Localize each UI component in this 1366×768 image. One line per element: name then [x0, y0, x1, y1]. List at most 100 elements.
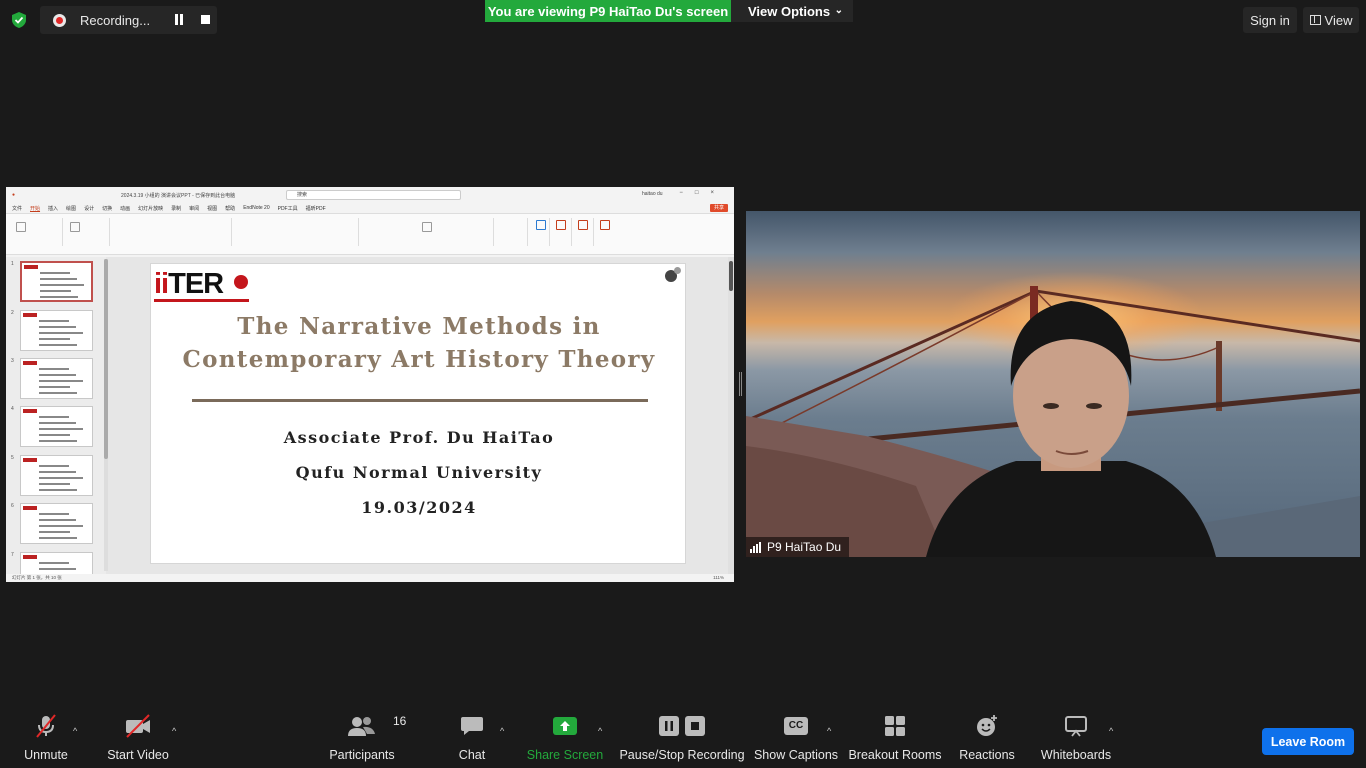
- slide-date: 19.03/2024: [361, 498, 477, 517]
- chat-button[interactable]: Chat: [455, 708, 489, 768]
- ppt-zoom-level[interactable]: 111%: [713, 574, 724, 582]
- ppt-menu-item[interactable]: PDF工具: [278, 205, 298, 212]
- thumbnail-text-line: [39, 392, 77, 394]
- slide-thumbnail-number: 7: [11, 552, 14, 558]
- ppt-menu-item[interactable]: 福昕PDF: [306, 205, 326, 212]
- unmute-label: Unmute: [24, 748, 68, 762]
- ppt-menu-item[interactable]: 文件: [12, 205, 22, 212]
- closed-captions-icon: CC: [784, 708, 808, 744]
- slide-thumbnail[interactable]: [20, 261, 93, 302]
- slide-corner-icon: [665, 267, 681, 282]
- ppt-menu-item[interactable]: 插入: [48, 205, 58, 212]
- pause-icon: [659, 716, 679, 736]
- breakout-rooms-button[interactable]: Breakout Rooms: [848, 708, 942, 768]
- ppt-menu-item[interactable]: 绘图: [66, 205, 76, 212]
- participants-button[interactable]: 16 Participants: [329, 708, 406, 768]
- view-button[interactable]: View: [1303, 7, 1359, 33]
- reactions-button[interactable]: Reactions: [959, 708, 1015, 768]
- slide-title-line2: Contemporary Art History Theory: [182, 346, 656, 373]
- chat-bubble-icon: [460, 708, 484, 744]
- ppt-search-box[interactable]: 搜索: [286, 190, 461, 200]
- whiteboards-options-chevron-icon[interactable]: ^: [1109, 726, 1113, 736]
- start-video-button[interactable]: Start Video: [107, 708, 169, 768]
- thumbnail-text-line: [40, 296, 78, 298]
- designer-icon[interactable]: [578, 220, 588, 230]
- ppt-window-controls[interactable]: −□×: [679, 190, 726, 196]
- slide-thumbnail[interactable]: [20, 406, 93, 447]
- dictate-icon[interactable]: [536, 220, 546, 230]
- slide-thumbnail[interactable]: [20, 358, 93, 399]
- thumbnail-text-line: [39, 368, 69, 370]
- leave-room-button[interactable]: Leave Room: [1262, 728, 1354, 755]
- ppt-menu-item[interactable]: EndNote 20: [243, 205, 269, 211]
- thumbnail-text-line: [40, 284, 84, 286]
- slide-thumbnail-number: 3: [11, 358, 14, 364]
- participant-name: P9 HaiTao Du: [767, 540, 842, 554]
- ppt-menu-item[interactable]: 切换: [102, 205, 112, 212]
- slide-thumbnails-pane[interactable]: 1 2 3 4 5 6 7: [6, 257, 106, 582]
- thumbnail-logo: [23, 555, 37, 559]
- thumbnail-logo: [23, 313, 37, 317]
- share-screen-icon: [552, 708, 578, 744]
- thumbnail-text-line: [39, 386, 70, 388]
- new-slide-icon[interactable]: [70, 222, 80, 232]
- recording-indicator[interactable]: Recording...: [40, 6, 217, 34]
- share-screen-button[interactable]: Share Screen: [527, 708, 603, 768]
- chat-options-chevron-icon[interactable]: ^: [500, 726, 504, 736]
- slide-thumbnail[interactable]: [20, 310, 93, 351]
- slide-author: Associate Prof. Du HaiTao: [283, 428, 555, 447]
- ppt-menu-item[interactable]: 幻灯片放映: [138, 205, 163, 212]
- captions-options-chevron-icon[interactable]: ^: [827, 726, 831, 736]
- ppt-menu-item[interactable]: 帮助: [225, 205, 235, 212]
- thumbnail-text-line: [40, 272, 70, 274]
- thumbnail-text-line: [39, 440, 77, 442]
- ppt-menu-item[interactable]: 设计: [84, 205, 94, 212]
- unmute-button[interactable]: Unmute: [24, 708, 68, 768]
- participants-icon: 16: [347, 708, 406, 744]
- pause-recording-icon[interactable]: [173, 14, 184, 25]
- view-options-button[interactable]: View Options ⌄: [731, 0, 853, 22]
- meeting-toolbar: Unmute ^ Start Video ^ 16 Participants C…: [0, 708, 1366, 768]
- ppt-menu-item[interactable]: 视图: [207, 205, 217, 212]
- shared-screen[interactable]: ● 2024.3.19 小组的 演讲会议PPT - 已保存到此台电脑 搜索 ha…: [6, 187, 734, 582]
- pdf-icon[interactable]: [600, 220, 610, 230]
- thumbnail-text-line: [39, 568, 76, 570]
- sign-in-button[interactable]: Sign in: [1243, 7, 1297, 33]
- participant-video-tile[interactable]: P9 HaiTao Du: [746, 211, 1360, 557]
- paste-icon[interactable]: [16, 222, 26, 232]
- audio-options-chevron-icon[interactable]: ^: [73, 726, 77, 736]
- slide-scrollbar[interactable]: [728, 257, 734, 574]
- thumbnail-text-line: [39, 380, 83, 382]
- pause-stop-icons: [659, 708, 705, 744]
- show-captions-button[interactable]: CC Show Captions: [754, 708, 838, 768]
- ppt-menu-item[interactable]: 录制: [171, 205, 181, 212]
- shield-check-icon[interactable]: [10, 11, 28, 29]
- slide-title: The Narrative Methods in Contemporary Ar…: [151, 310, 687, 376]
- thumbnail-text-line: [39, 519, 76, 521]
- thumbnail-text-line: [39, 320, 69, 322]
- thumbnail-text-line: [39, 332, 83, 334]
- thumbnails-scrollbar[interactable]: [104, 259, 108, 571]
- share-options-chevron-icon[interactable]: ^: [598, 726, 602, 736]
- panel-splitter-handle[interactable]: [739, 372, 742, 396]
- ppt-menu-item[interactable]: 动画: [120, 205, 130, 212]
- slide-thumbnail[interactable]: [20, 503, 93, 544]
- current-slide[interactable]: iiTER The Narrative Methods in Contempor…: [150, 263, 686, 564]
- pause-stop-recording-button[interactable]: Pause/Stop Recording: [619, 708, 745, 768]
- thumbnail-text-line: [39, 434, 70, 436]
- view-options-label: View Options: [748, 3, 831, 19]
- stop-recording-icon[interactable]: [201, 15, 210, 24]
- ppt-status-bar: 幻灯片 第 1 张，共 10 张 111%: [6, 574, 734, 582]
- slide-thumbnail-number: 6: [11, 503, 14, 509]
- thumbnail-text-line: [39, 513, 69, 515]
- addins-icon[interactable]: [556, 220, 566, 230]
- slide-thumbnail[interactable]: [20, 455, 93, 496]
- whiteboards-button[interactable]: Whiteboards: [1040, 708, 1112, 768]
- ppt-share-button[interactable]: 共享: [709, 204, 728, 212]
- shapes-icon[interactable]: [422, 222, 432, 232]
- ppt-status-left: 幻灯片 第 1 张，共 10 张: [12, 575, 62, 580]
- stop-icon: [685, 716, 705, 736]
- ppt-menu-item[interactable]: 审阅: [189, 205, 199, 212]
- video-options-chevron-icon[interactable]: ^: [172, 726, 176, 736]
- ppt-menu-item[interactable]: 开始: [30, 205, 40, 212]
